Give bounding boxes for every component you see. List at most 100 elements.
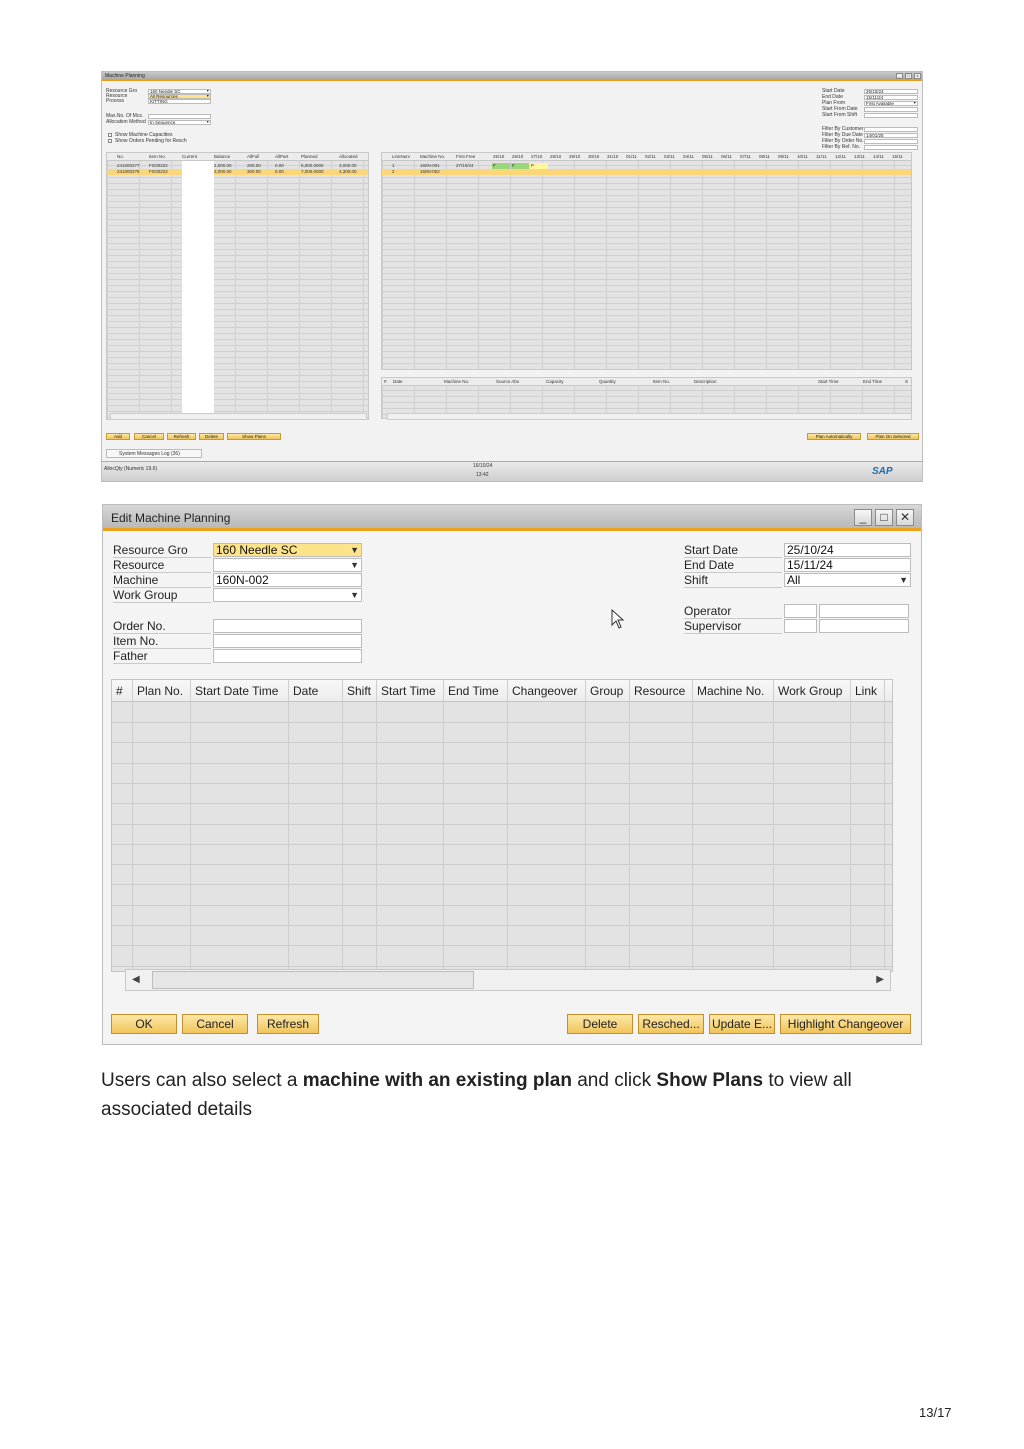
field-value[interactable] <box>864 107 918 112</box>
action-button[interactable]: Update E... <box>709 1014 775 1034</box>
orders-scrollbar[interactable] <box>110 413 367 420</box>
orders-grid[interactable]: No. Item No. Current Balance AllFull AllPart P… <box>106 152 369 420</box>
action-button[interactable]: Plan Automatically <box>807 433 861 440</box>
action-button[interactable]: Refresh <box>167 433 196 440</box>
column-header[interactable]: Link <box>851 680 885 702</box>
column-header[interactable]: Work Group <box>774 680 851 702</box>
field-value[interactable]: 25/10/24 <box>864 89 918 94</box>
date-column-header: 01/11 <box>626 154 637 159</box>
date-column-header: 28/10 <box>550 154 562 159</box>
action-button[interactable]: Refresh <box>257 1014 319 1034</box>
column-header[interactable]: Changeover <box>508 680 586 702</box>
editable-column[interactable] <box>182 161 214 419</box>
field-label: Supervisor <box>684 619 742 633</box>
column-header[interactable]: End Time <box>444 680 508 702</box>
field-input[interactable]: 15/11/24 <box>784 558 911 572</box>
machines-scrollbar[interactable] <box>387 413 912 420</box>
action-button[interactable]: Highlight Changeover <box>780 1014 911 1034</box>
field-label: Work Group <box>113 588 178 602</box>
field-input[interactable] <box>213 619 362 633</box>
field-value[interactable] <box>148 114 211 119</box>
checkbox[interactable] <box>108 139 112 143</box>
machines-grid[interactable]: LineNum Machine No. First Free 25/10 26/10 27… <box>381 152 912 370</box>
column-header[interactable]: Date <box>289 680 343 702</box>
capacity-cell[interactable] <box>492 169 510 175</box>
action-button[interactable]: Resched... <box>638 1014 704 1034</box>
date-column-header: 08/11 <box>759 154 770 159</box>
action-button[interactable]: Cancel <box>182 1014 248 1034</box>
date-column-header: 30/10 <box>588 154 600 159</box>
date-column-header: 04/11 <box>683 154 694 159</box>
maximize-icon[interactable]: □ <box>875 509 893 526</box>
maximize-icon[interactable]: □ <box>905 73 912 79</box>
action-button[interactable]: Plan On Selected <box>867 433 919 440</box>
checkbox[interactable] <box>108 133 112 137</box>
plans-grid[interactable]: # Plan No. Start Date Time Date Shift Start T… <box>111 679 893 972</box>
field-input[interactable]: 25/10/24 <box>784 543 911 557</box>
capacity-cell[interactable] <box>530 169 548 175</box>
horizontal-scrollbar[interactable]: ◀ ▶ <box>125 969 891 991</box>
scroll-thumb[interactable] <box>152 971 474 989</box>
column-header[interactable]: Start Date Time <box>191 680 289 702</box>
field-input[interactable]: 160N-002 <box>213 573 362 587</box>
column-header[interactable]: # <box>112 680 133 702</box>
messages-tab[interactable]: System Messages Log (36) <box>106 449 202 458</box>
code-input[interactable] <box>784 619 817 633</box>
field-value[interactable]: 15/11/24 <box>864 95 918 100</box>
date-column-header: 03/11 <box>664 154 675 159</box>
caption-text-2: and click <box>571 1070 657 1091</box>
table-cell: 1 <box>392 163 395 168</box>
field-value[interactable] <box>864 145 918 150</box>
table-row[interactable]: 241000278FG002223,000.003,000.00300.000.… <box>107 169 368 175</box>
field-input[interactable]: 160 Needle SC ▼ <box>213 543 362 557</box>
field-value[interactable] <box>864 127 918 132</box>
field-value[interactable]: KITTING <box>148 99 211 104</box>
dropdown-arrow-icon[interactable]: ▼ <box>350 559 359 571</box>
action-button[interactable]: Cancel <box>134 433 164 440</box>
name-input[interactable] <box>819 604 909 618</box>
capacity-cell[interactable] <box>511 169 529 175</box>
field-input[interactable] <box>213 649 362 663</box>
field-label: Resource Gro <box>113 543 188 557</box>
scroll-right-icon[interactable]: ▶ <box>876 974 884 985</box>
action-button[interactable]: Add <box>106 433 130 440</box>
table-row[interactable]: 2 160N-002 <box>382 169 911 175</box>
close-icon[interactable]: ✕ <box>896 509 914 526</box>
field-value[interactable]: First Available <box>864 101 918 106</box>
date-column-header: 06/11 <box>721 154 732 159</box>
grid-row-line <box>112 966 892 967</box>
action-button[interactable]: OK <box>111 1014 177 1034</box>
action-button[interactable]: Delete <box>199 433 224 440</box>
field-value[interactable]: 14/01/25 <box>864 133 918 138</box>
machine-planning-titlebar: Machine Planning _ □ x <box>102 72 922 81</box>
field-value[interactable] <box>864 113 918 118</box>
column-header[interactable]: Start Time <box>377 680 444 702</box>
column-header[interactable]: Plan No. <box>133 680 191 702</box>
minimize-icon[interactable]: _ <box>854 509 872 526</box>
field-input[interactable]: ▼ <box>213 558 362 572</box>
edit-window-titlebar: Edit Machine Planning _ □ ✕ <box>103 505 921 531</box>
action-button[interactable]: Delete <box>567 1014 633 1034</box>
field-input[interactable]: ▼ <box>213 588 362 602</box>
dropdown-arrow-icon[interactable]: ▼ <box>350 544 359 556</box>
minimize-icon[interactable]: _ <box>896 73 903 79</box>
code-input[interactable] <box>784 604 817 618</box>
name-input[interactable] <box>819 619 909 633</box>
column-header[interactable]: Group <box>586 680 630 702</box>
close-icon[interactable]: x <box>914 73 921 79</box>
dropdown-arrow-icon[interactable]: ▼ <box>899 574 908 586</box>
scroll-left-icon[interactable]: ◀ <box>132 974 140 985</box>
field-input[interactable]: All ▼ <box>784 573 911 587</box>
field-input[interactable] <box>213 634 362 648</box>
column-header[interactable]: Shift <box>343 680 377 702</box>
column-header[interactable]: Machine No. <box>693 680 774 702</box>
table-cell: FG00222 <box>149 169 168 174</box>
column-header[interactable]: Resource <box>630 680 693 702</box>
field-value[interactable] <box>864 139 918 144</box>
date-column-header: 27/10 <box>531 154 543 159</box>
action-button[interactable]: Show Plans <box>227 433 281 440</box>
table-cell: FG00222 <box>149 163 168 168</box>
field-value[interactable]: In Sequence <box>148 120 211 125</box>
grid-row-line <box>112 763 892 764</box>
dropdown-arrow-icon[interactable]: ▼ <box>350 589 359 601</box>
